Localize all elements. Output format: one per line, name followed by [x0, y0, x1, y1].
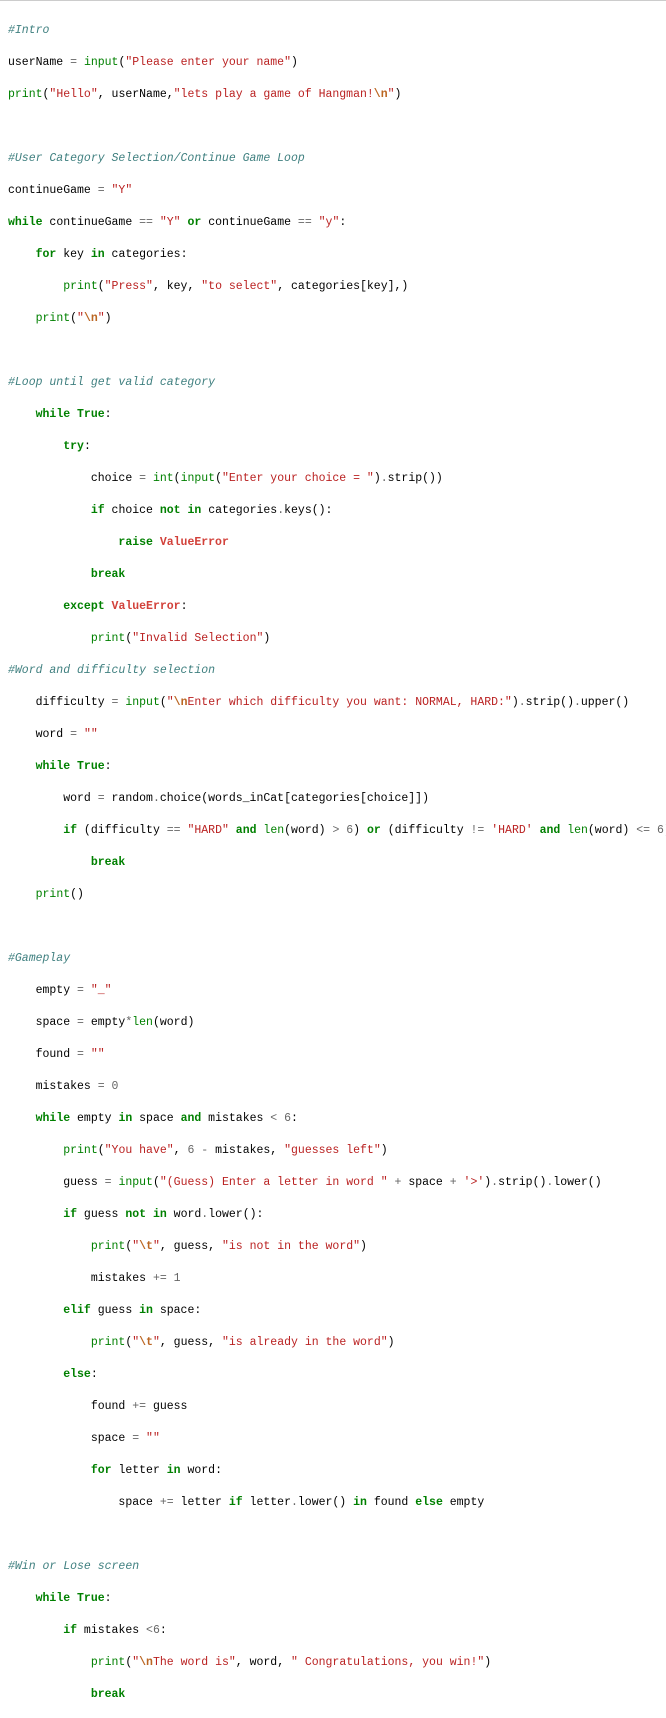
- code-line: found = "": [8, 1047, 658, 1063]
- code-line: [8, 119, 658, 135]
- comment: #Intro: [8, 24, 49, 37]
- code-line: [8, 343, 658, 359]
- code-line: #Loop until get valid category: [8, 375, 658, 391]
- code-line: elif guess in space:: [8, 1303, 658, 1319]
- code-line: print(): [8, 887, 658, 903]
- code-line: if (difficulty == "HARD" and len(word) >…: [8, 823, 658, 839]
- code-line: [8, 919, 658, 935]
- code-line: print("\n"): [8, 311, 658, 327]
- code-line: if mistakes <6:: [8, 1623, 658, 1639]
- code-line: for letter in word:: [8, 1463, 658, 1479]
- comment: #Gameplay: [8, 952, 70, 965]
- code-line: #Win or Lose screen: [8, 1559, 658, 1575]
- code-line: raise ValueError: [8, 535, 658, 551]
- code-line: space = empty*len(word): [8, 1015, 658, 1031]
- code-line: print("You have", 6 - mistakes, "guesses…: [8, 1143, 658, 1159]
- code-line: #Gameplay: [8, 951, 658, 967]
- code-line: if guess not in word.lower():: [8, 1207, 658, 1223]
- code-line: guess = input("(Guess) Enter a letter in…: [8, 1175, 658, 1191]
- code-line: break: [8, 567, 658, 583]
- code-block: #Intro userName = input("Please enter yo…: [0, 0, 666, 1718]
- code-line: mistakes = 0: [8, 1079, 658, 1095]
- code-line: while True:: [8, 1591, 658, 1607]
- code-line: print("Press", key, "to select", categor…: [8, 279, 658, 295]
- code-line: found += guess: [8, 1399, 658, 1415]
- code-line: break: [8, 1687, 658, 1703]
- code-line: else:: [8, 1367, 658, 1383]
- code-line: try:: [8, 439, 658, 455]
- code-line: difficulty = input("\nEnter which diffic…: [8, 695, 658, 711]
- code-line: mistakes += 1: [8, 1271, 658, 1287]
- code-line: break: [8, 855, 658, 871]
- code-line: if choice not in categories.keys():: [8, 503, 658, 519]
- code-line: while empty in space and mistakes < 6:: [8, 1111, 658, 1127]
- code-line: space += letter if letter.lower() in fou…: [8, 1495, 658, 1511]
- code-line: print("\t", guess, "is already in the wo…: [8, 1335, 658, 1351]
- code-line: #Word and difficulty selection: [8, 663, 658, 679]
- code-line: while True:: [8, 759, 658, 775]
- code-line: except ValueError:: [8, 599, 658, 615]
- comment: #Word and difficulty selection: [8, 664, 215, 677]
- comment: #User Category Selection/Continue Game L…: [8, 152, 305, 165]
- code-line: for key in categories:: [8, 247, 658, 263]
- code-line: word = random.choice(words_inCat[categor…: [8, 791, 658, 807]
- code-line: print("Hello", userName,"lets play a gam…: [8, 87, 658, 103]
- code-line: print("\t", guess, "is not in the word"): [8, 1239, 658, 1255]
- code-line: print("Invalid Selection"): [8, 631, 658, 647]
- code-line: print("\nThe word is", word, " Congratul…: [8, 1655, 658, 1671]
- code-line: #User Category Selection/Continue Game L…: [8, 151, 658, 167]
- code-line: while continueGame == "Y" or continueGam…: [8, 215, 658, 231]
- code-line: choice = int(input("Enter your choice = …: [8, 471, 658, 487]
- code-line: [8, 1527, 658, 1543]
- code-line: word = "": [8, 727, 658, 743]
- comment: #Loop until get valid category: [8, 376, 215, 389]
- code-line: empty = "_": [8, 983, 658, 999]
- code-line: space = "": [8, 1431, 658, 1447]
- code-line: continueGame = "Y": [8, 183, 658, 199]
- code-line: while True:: [8, 407, 658, 423]
- code-line: #Intro: [8, 23, 658, 39]
- code-line: userName = input("Please enter your name…: [8, 55, 658, 71]
- comment: #Win or Lose screen: [8, 1560, 139, 1573]
